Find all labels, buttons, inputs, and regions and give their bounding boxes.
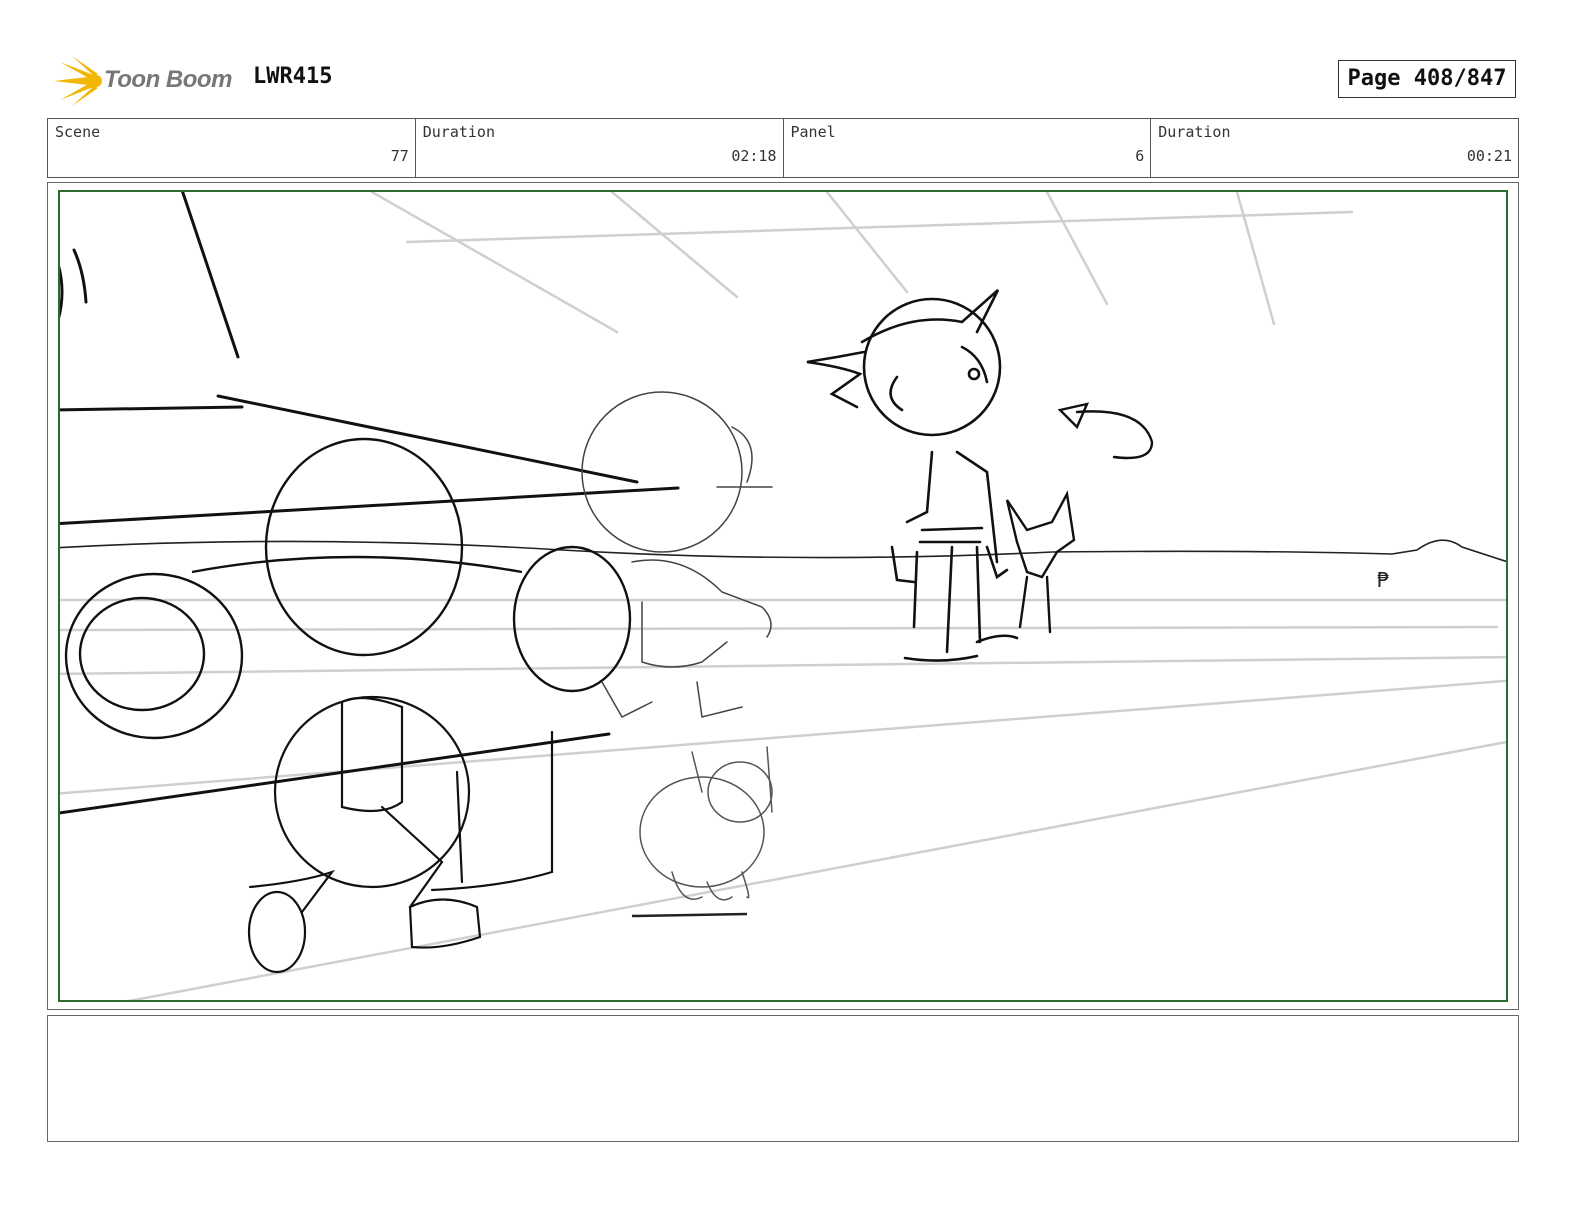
- panel-duration-value: 00:21: [1466, 147, 1512, 165]
- scene-duration-label: Duration: [422, 123, 495, 141]
- scene-duration-value: 02:18: [731, 147, 777, 165]
- project-title: LWR415: [253, 64, 333, 89]
- scene-label: Scene: [55, 123, 101, 141]
- page-number: Page 408/847: [1338, 60, 1516, 98]
- panel-duration-label: Duration: [1158, 123, 1231, 141]
- panel-value: 6: [1135, 147, 1145, 165]
- scene-value: 77: [390, 147, 409, 165]
- panel-duration-cell: Duration 00:21: [1151, 119, 1518, 177]
- scene-cell: Scene 77: [48, 119, 416, 177]
- panel-label: Panel: [790, 123, 836, 141]
- notes-box: [47, 1015, 1519, 1142]
- info-row: Scene 77 Duration 02:18 Panel 6 Duration…: [47, 118, 1519, 178]
- storyboard-drawing: ₱: [58, 190, 1508, 1002]
- scene-duration-cell: Duration 02:18: [416, 119, 784, 177]
- svg-text:₱: ₱: [1377, 568, 1390, 592]
- logo-text: Toon Boom: [104, 66, 232, 93]
- panel-cell: Panel 6: [784, 119, 1152, 177]
- sketch-image: ₱: [60, 192, 1506, 1000]
